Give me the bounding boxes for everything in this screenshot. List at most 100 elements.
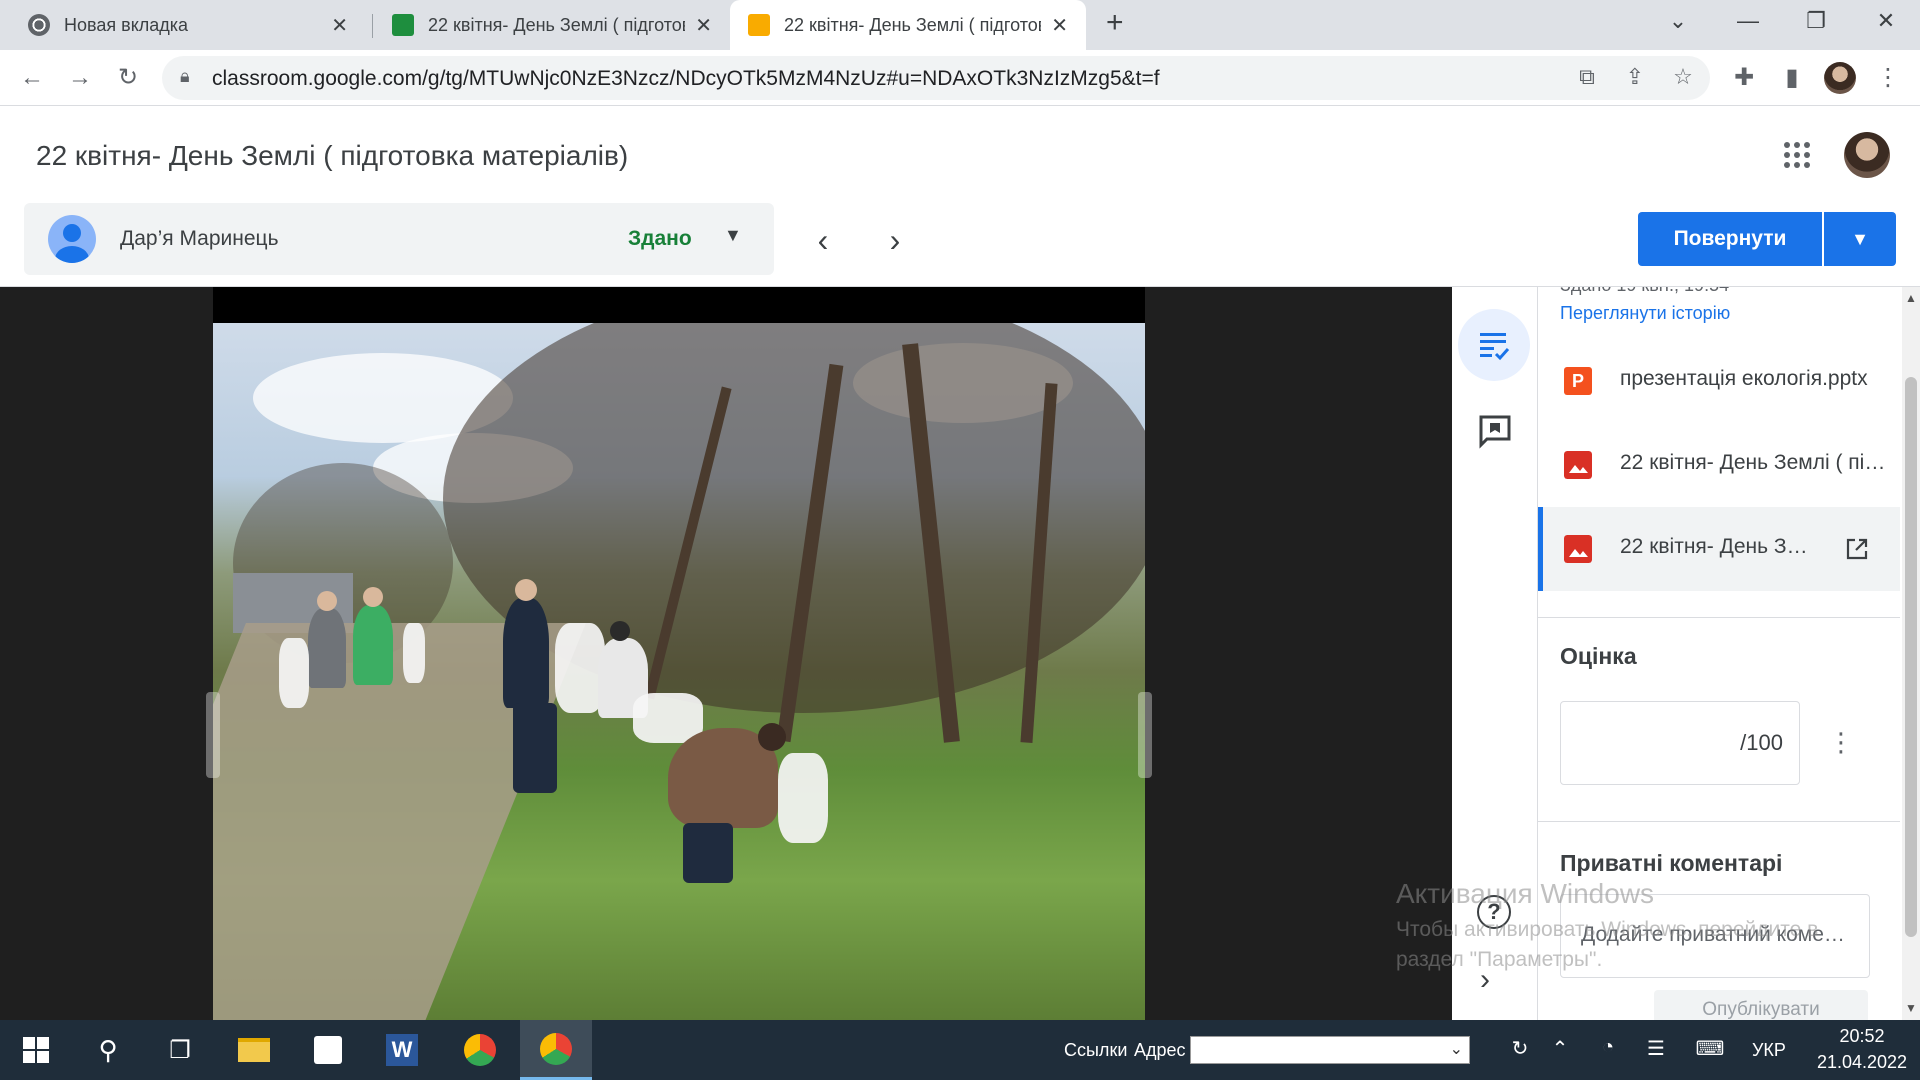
profile-avatar[interactable]: [1824, 62, 1856, 94]
caret-down-icon[interactable]: ▼: [724, 225, 742, 246]
url-text[interactable]: classroom.google.com/g/tg/MTUwNjc0NzE3Nz…: [212, 67, 1160, 91]
start-button[interactable]: [0, 1020, 72, 1080]
refresh-icon[interactable]: ↻: [1504, 1036, 1536, 1061]
submitted-photo: [213, 323, 1145, 1020]
task-view-icon: ❐: [169, 1036, 191, 1064]
chrome-taskbar-button[interactable]: [444, 1020, 516, 1080]
person-icon: [55, 224, 89, 263]
open-in-new-button[interactable]: [1823, 507, 1893, 591]
list-check-icon: [1480, 333, 1510, 361]
forward-icon[interactable]: →: [62, 60, 98, 96]
search-icon: ⚲: [98, 1034, 118, 1065]
tab-new-tab[interactable]: Новая вкладка ✕: [10, 0, 366, 50]
classroom-icon: [748, 14, 770, 36]
grade-input[interactable]: /100: [1560, 701, 1800, 785]
divider: [1538, 821, 1900, 822]
tab-title: 22 квітня- День Землі ( підготов: [784, 14, 1042, 35]
share-icon[interactable]: ⇪: [1620, 64, 1650, 90]
windows-taskbar: ⚲ ❐ W Ссылки Адрес ⌄ ↻ ⌃ ◔ ☰ ⌨ УКР 20:52…: [0, 1020, 1920, 1080]
rail-files-tab[interactable]: [1458, 309, 1530, 381]
back-icon[interactable]: ←: [14, 60, 50, 96]
pptx-icon: P: [1564, 367, 1592, 395]
more-vert-icon[interactable]: ⋮: [1828, 727, 1854, 758]
tab-classroom-1[interactable]: 22 квітня- День Землі ( підготов ✕: [374, 0, 730, 50]
post-button[interactable]: Опублікувати: [1654, 990, 1868, 1020]
view-history-link[interactable]: Переглянути історію: [1560, 303, 1730, 324]
file-name: 22 квітня- День Землі ( підготовка матер…: [1620, 451, 1890, 474]
tab-separator: [372, 14, 373, 38]
grade-max: /100: [1740, 730, 1783, 755]
clock-time[interactable]: 20:52: [1822, 1026, 1902, 1047]
account-avatar[interactable]: [1844, 132, 1890, 178]
comment-icon[interactable]: [1477, 413, 1513, 449]
address-bar[interactable]: 🔒︎ classroom.google.com/g/tg/MTUwNjc0NzE…: [162, 56, 1710, 100]
scroll-up-icon[interactable]: ▲: [1902, 291, 1920, 305]
translate-icon[interactable]: ⧉: [1572, 64, 1602, 90]
windows-icon: [23, 1037, 49, 1063]
word-icon: W: [386, 1034, 418, 1066]
notification-icon[interactable]: ☰: [1640, 1036, 1672, 1061]
dropdown-icon[interactable]: ⌄: [1450, 1039, 1463, 1059]
extensions-icon[interactable]: ✚: [1726, 60, 1762, 96]
menu-dots-icon[interactable]: ⋮: [1870, 60, 1906, 96]
file-item[interactable]: 22 квітня- День Землі ( підготовка матер…: [1538, 423, 1900, 507]
previous-student-icon[interactable]: ‹: [808, 222, 838, 259]
file-name: презентація екологія.pptx: [1620, 367, 1868, 390]
browser-toolbar: ← → ↻ 🔒︎ classroom.google.com/g/tg/MTUwN…: [0, 50, 1920, 106]
next-student-icon[interactable]: ›: [880, 222, 910, 259]
task-view-button[interactable]: ❐: [144, 1020, 216, 1080]
divider: [1538, 617, 1900, 618]
store-taskbar-button[interactable]: [292, 1020, 364, 1080]
taskbar-address-input[interactable]: ⌄: [1190, 1036, 1470, 1064]
tab-classroom-2[interactable]: 22 квітня- День Землі ( підготов ✕: [730, 0, 1086, 50]
network-icon[interactable]: ◔: [1592, 1036, 1624, 1059]
scroll-down-icon[interactable]: ▼: [1902, 1001, 1920, 1015]
tab-title: Новая вкладка: [64, 14, 189, 35]
explorer-taskbar-button[interactable]: [218, 1020, 290, 1080]
browser-tab-bar: Новая вкладка ✕ 22 квітня- День Землі ( …: [0, 0, 1920, 50]
status-badge: Здано: [628, 227, 692, 250]
activation-watermark-line: Чтобы активировать Windows, перейдите в: [1396, 918, 1819, 941]
search-taskbar-button[interactable]: ⚲: [72, 1020, 144, 1080]
new-tab-button[interactable]: +: [1106, 6, 1124, 40]
previous-image-handle[interactable]: [206, 692, 220, 778]
return-button[interactable]: Повернути: [1638, 212, 1822, 266]
address-toolbar-label: Адрес: [1134, 1040, 1186, 1060]
student-name: Дар’я Маринець: [120, 227, 279, 250]
student-selector[interactable]: Дар’я Маринець Здано ▼: [24, 203, 774, 275]
close-icon[interactable]: ✕: [695, 13, 712, 38]
store-icon: [314, 1036, 342, 1064]
side-panel-icon[interactable]: ▮: [1774, 60, 1810, 96]
clock-date[interactable]: 21.04.2022: [1812, 1052, 1912, 1073]
restore-icon[interactable]: ❐: [1796, 8, 1836, 34]
window-close-icon[interactable]: ✕: [1866, 8, 1906, 34]
classroom-icon: [392, 14, 414, 36]
grade-heading: Оцінка: [1560, 643, 1637, 669]
language-indicator[interactable]: УКР: [1752, 1040, 1786, 1061]
close-icon[interactable]: ✕: [1051, 13, 1068, 38]
star-icon[interactable]: ☆: [1668, 64, 1698, 90]
submitted-time: Здано 19 квіт., 19:54: [1560, 287, 1729, 296]
file-item-selected[interactable]: 22 квітня- День Землі ( підготовка матер…: [1538, 507, 1900, 591]
activation-watermark-line: раздел "Параметры".: [1396, 948, 1603, 971]
file-item[interactable]: P презентація екологія.pptx: [1538, 339, 1900, 423]
minimize-icon[interactable]: —: [1728, 8, 1768, 34]
chrome-taskbar-button-active[interactable]: [520, 1020, 592, 1080]
tab-title: 22 квітня- День Землі ( підготов: [428, 14, 686, 35]
word-taskbar-button[interactable]: W: [366, 1020, 438, 1080]
scrollbar-thumb[interactable]: [1905, 377, 1917, 937]
activation-watermark-title: Активация Windows: [1396, 878, 1655, 909]
close-icon[interactable]: ✕: [331, 13, 348, 38]
links-toolbar-label[interactable]: Ссылки: [1064, 1040, 1127, 1061]
assignment-title: 22 квітня- День Землі ( підготовка матер…: [36, 140, 629, 171]
apps-grid-icon[interactable]: [1782, 140, 1812, 170]
tray-chevron-icon[interactable]: ⌃: [1544, 1036, 1576, 1061]
image-icon: [1564, 535, 1592, 563]
reload-icon[interactable]: ↻: [110, 60, 146, 96]
folder-icon: [238, 1038, 270, 1062]
return-options-icon[interactable]: ▼: [1824, 212, 1896, 266]
tab-search-icon[interactable]: ⌄: [1658, 8, 1698, 34]
keyboard-icon[interactable]: ⌨: [1694, 1036, 1726, 1061]
next-image-handle[interactable]: [1138, 692, 1152, 778]
lock-icon: 🔒︎: [180, 66, 190, 86]
